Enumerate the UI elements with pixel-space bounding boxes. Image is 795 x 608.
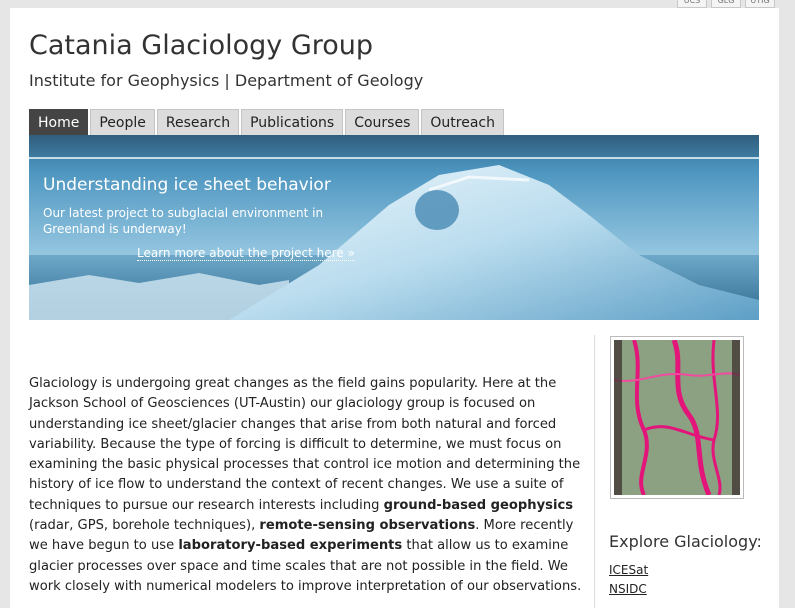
- intro-bold-remote-sensing: remote-sensing observations: [259, 518, 476, 534]
- nav-home[interactable]: Home: [29, 109, 89, 135]
- page-container: Catania Glaciology Group Institute for G…: [10, 8, 779, 608]
- intro-bold-lab-experiments: laboratory-based experiments: [178, 538, 403, 554]
- nav-research[interactable]: Research: [156, 109, 240, 135]
- utility-tab-utig[interactable]: UTIG: [745, 0, 775, 8]
- banner-learn-more-link[interactable]: Learn more about the project here »: [137, 246, 355, 261]
- intro-text-1: Glaciology is undergoing great changes a…: [29, 376, 581, 513]
- intro-text-2: (radar, GPS, borehole techniques),: [29, 518, 260, 534]
- intro-bold-geophysics: ground-based geophysics: [383, 497, 573, 513]
- list-item: ICESat: [609, 561, 648, 580]
- banner-heading: Understanding ice sheet behavior: [43, 175, 331, 195]
- site-subtitle: Institute for Geophysics | Department of…: [29, 71, 424, 90]
- nav-outreach[interactable]: Outreach: [421, 109, 504, 135]
- utility-tabs: UCS GLG UTIG: [677, 0, 775, 8]
- main-nav: Home People Research Publications Course…: [29, 109, 504, 135]
- utility-tab-ucs[interactable]: UCS: [677, 0, 707, 8]
- nav-people[interactable]: People: [90, 109, 155, 135]
- lab-experiment-image: [614, 340, 740, 495]
- site-title[interactable]: Catania Glaciology Group: [29, 30, 373, 61]
- utility-tab-glg[interactable]: GLG: [711, 0, 741, 8]
- link-nsidc[interactable]: NSIDC: [609, 582, 647, 596]
- explore-links: ICESat NSIDC: [609, 561, 648, 599]
- list-item: NSIDC: [609, 580, 648, 599]
- link-icesat[interactable]: ICESat: [609, 563, 648, 577]
- banner-text: Our latest project to subglacial environ…: [43, 206, 324, 236]
- explore-heading: Explore Glaciology:: [609, 532, 762, 551]
- intro-paragraph: Glaciology is undergoing great changes a…: [29, 374, 584, 597]
- sidebar-divider: [594, 335, 595, 608]
- banner-top-strip: [29, 135, 759, 159]
- nav-courses[interactable]: Courses: [345, 109, 420, 135]
- hero-banner: Understanding ice sheet behavior Our lat…: [29, 135, 759, 320]
- nav-publications[interactable]: Publications: [241, 109, 344, 135]
- sidebar-image[interactable]: [610, 336, 744, 499]
